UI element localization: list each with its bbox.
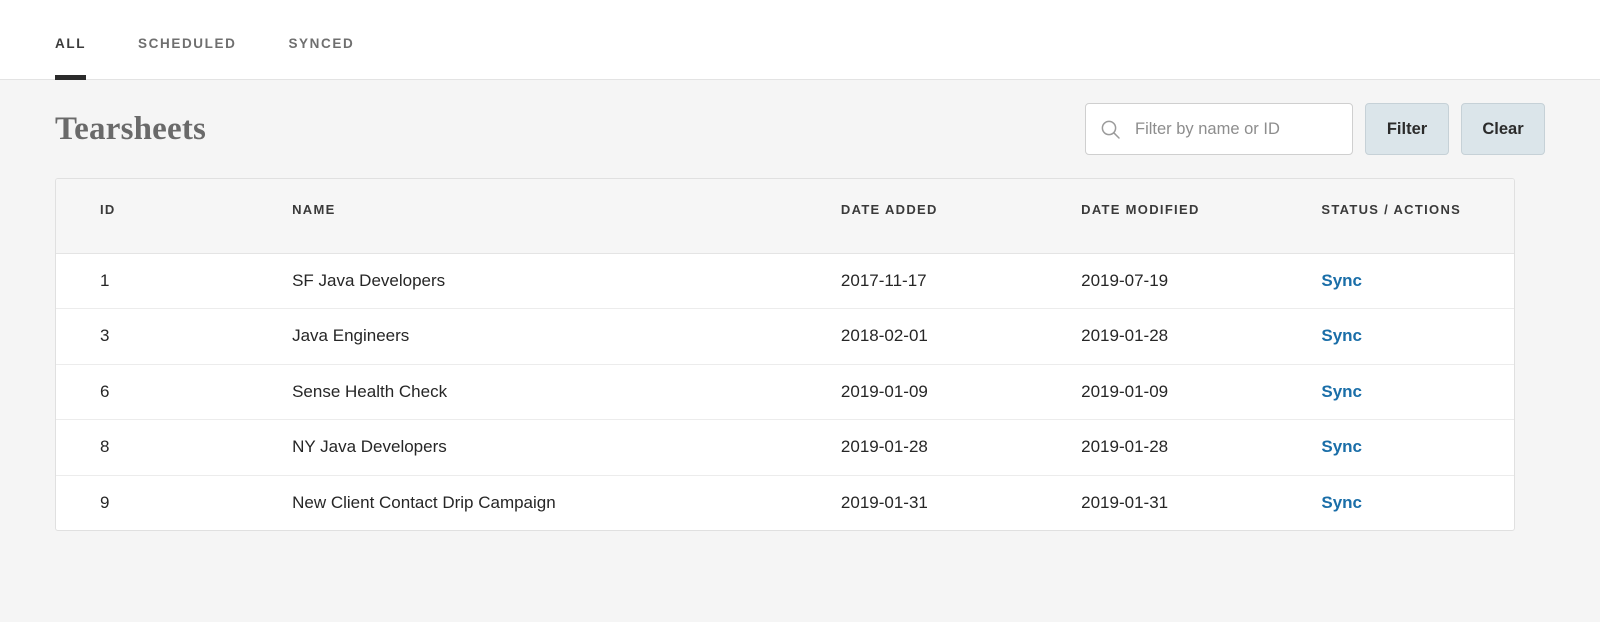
table-row[interactable]: 3 Java Engineers 2018-02-01 2019-01-28 S…: [56, 308, 1514, 365]
column-header-date-modified[interactable]: DATE MODIFIED: [1081, 179, 1322, 254]
cell-id: 9: [100, 492, 110, 512]
table-row[interactable]: 9 New Client Contact Drip Campaign 2019-…: [56, 475, 1514, 530]
content-area: Tearsheets Filter Clear ID NAME: [0, 80, 1600, 531]
table-header-row: ID NAME DATE ADDED DATE MODIFIED STATUS …: [56, 179, 1514, 254]
cell-date-added: 2019-01-31: [840, 492, 928, 512]
tearsheets-table: ID NAME DATE ADDED DATE MODIFIED STATUS …: [55, 178, 1515, 531]
sync-link[interactable]: Sync: [1321, 493, 1362, 512]
filter-button[interactable]: Filter: [1365, 103, 1449, 155]
tab-all-label: ALL: [55, 35, 87, 51]
cell-id: 1: [56, 253, 293, 309]
column-header-name[interactable]: NAME: [292, 179, 841, 254]
active-tab-underline: [55, 75, 87, 80]
page-title: Tearsheets: [55, 110, 207, 147]
cell-date-added: 2019-01-09: [840, 364, 1082, 420]
tab-scheduled-label: SCHEDULED: [138, 35, 237, 51]
cell-name: SF Java Developers: [292, 253, 841, 309]
table-row[interactable]: 1 SF Java Developers 2017-11-17 2019-07-…: [56, 253, 1514, 309]
sync-link[interactable]: Sync: [1321, 382, 1362, 401]
toolbar: Tearsheets Filter Clear: [55, 80, 1545, 178]
column-header-date-added[interactable]: DATE ADDED: [840, 179, 1082, 254]
cell-name: NY Java Developers: [292, 419, 841, 476]
sync-link[interactable]: Sync: [1321, 437, 1362, 456]
table-row[interactable]: 8 NY Java Developers 2019-01-28 2019-01-…: [56, 419, 1514, 476]
cell-date-added: 2018-02-01: [840, 308, 1082, 365]
column-header-status-actions-text: STATUS / ACTIONS: [1321, 202, 1462, 217]
cell-name: Java Engineers: [292, 308, 841, 365]
cell-date-modified: 2019-01-31: [1081, 492, 1169, 512]
cell-status-actions: Sync: [1321, 475, 1514, 530]
cell-name: New Client Contact Drip Campaign: [292, 492, 556, 512]
table-row[interactable]: 6 Sense Health Check 2019-01-09 2019-01-…: [56, 364, 1514, 420]
cell-date-modified: 2019-01-28: [1081, 419, 1322, 476]
cell-date-modified: 2019-07-19: [1081, 253, 1322, 309]
column-header-id[interactable]: ID: [56, 179, 293, 254]
tab-bar: ALL SCHEDULED SYNCED: [0, 0, 1600, 80]
cell-date-added: 2017-11-17: [840, 253, 1082, 309]
cell-id: 6: [56, 364, 293, 420]
search-box[interactable]: [1085, 103, 1353, 155]
cell-date-added: 2019-01-28: [840, 419, 1082, 476]
cell-id: 8: [56, 419, 293, 476]
table-body: 1 SF Java Developers 2017-11-17 2019-07-…: [56, 253, 1514, 530]
toolbar-actions: Filter Clear: [1085, 103, 1545, 155]
cell-id: 3: [56, 308, 293, 365]
cell-name: Sense Health Check: [292, 364, 841, 420]
sync-link[interactable]: Sync: [1321, 326, 1362, 345]
tab-scheduled[interactable]: SCHEDULED: [138, 0, 236, 80]
sync-link[interactable]: Sync: [1321, 271, 1362, 290]
search-icon: [1100, 119, 1121, 140]
tab-synced-label: SYNCED: [288, 35, 355, 51]
cell-date-modified: 2019-01-09: [1081, 364, 1322, 420]
tab-all[interactable]: ALL: [55, 0, 87, 80]
cell-status-actions: Sync: [1321, 308, 1514, 365]
column-header-status-actions[interactable]: STATUS / ACTIONS: [1321, 179, 1514, 254]
cell-status-actions: Sync: [1321, 419, 1514, 476]
cell-date-modified: 2019-01-28: [1081, 308, 1322, 365]
cell-status-actions: Sync: [1321, 253, 1514, 309]
table-header: ID NAME DATE ADDED DATE MODIFIED STATUS …: [56, 179, 1514, 254]
clear-button[interactable]: Clear: [1461, 103, 1545, 155]
tab-synced[interactable]: SYNCED: [288, 0, 354, 80]
search-input[interactable]: [1133, 118, 1338, 140]
cell-status-actions: Sync: [1321, 364, 1514, 420]
